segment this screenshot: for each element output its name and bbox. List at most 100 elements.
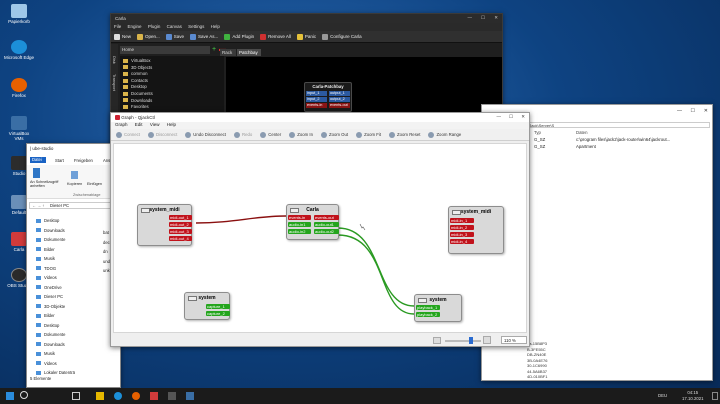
search-icon[interactable] (20, 391, 28, 399)
port-midi-out-4[interactable]: midi-out_4 (169, 236, 192, 241)
remove-all-button[interactable]: Remove All (260, 33, 291, 40)
port-events-in[interactable]: events-in (288, 215, 311, 220)
add-plugin-button[interactable]: Add Plugin (224, 33, 254, 40)
menu-help[interactable]: Help (211, 24, 220, 29)
zoom-in-small-icon[interactable] (483, 336, 491, 344)
file-item[interactable]: dn (103, 247, 110, 257)
midi-connection[interactable] (195, 215, 287, 224)
patch-port-events-out[interactable]: events-out (329, 103, 350, 108)
reg-minimize-button[interactable]: — (677, 108, 682, 114)
tree-item[interactable]: Favorites (123, 104, 153, 111)
zoom-out-button[interactable]: Zoom Out (319, 131, 350, 138)
zoom-out-small-icon[interactable] (433, 337, 441, 344)
port-audio-in2[interactable]: audio-in2 (288, 229, 311, 234)
node-carla[interactable]: Carla events-in events-out audio-in1 aud… (286, 204, 339, 240)
zoom-slider[interactable] (445, 340, 481, 342)
nav-item[interactable]: Desktop (36, 216, 75, 226)
tree-item[interactable]: 3D Objects (123, 65, 153, 72)
desktop-icon-virtualbox[interactable]: VirtualBox VMs (4, 116, 34, 141)
menu-settings[interactable]: Settings (188, 24, 204, 29)
virtualbox-taskbar-icon[interactable] (186, 392, 194, 400)
paste-button[interactable]: Einfügen (87, 182, 102, 186)
port-audio-in1[interactable]: audio-in1 (288, 222, 311, 227)
nav-item[interactable]: Downloads (36, 226, 75, 236)
tree-item[interactable]: Desktop (123, 84, 153, 91)
zoom-slider-handle[interactable] (469, 337, 473, 344)
nav-item[interactable]: Musik (36, 254, 75, 264)
qj-minimize-button[interactable]: — (497, 114, 502, 119)
ribbon-tab-freigeben[interactable]: Freigeben (74, 158, 93, 163)
menu-canvas[interactable]: Canvas (167, 24, 182, 29)
graph-canvas[interactable]: system_midi midi-out_1 midi-out_2 midi-o… (113, 143, 527, 333)
task-view-icon[interactable] (72, 392, 80, 400)
reg-close-button[interactable]: ✕ (704, 108, 708, 114)
registry-key[interactable]: ba-15B8P3 (527, 341, 547, 347)
notification-icon[interactable] (712, 392, 718, 400)
save-as-button[interactable]: Save As... (190, 33, 218, 40)
copy-button[interactable]: Kopieren (67, 182, 82, 186)
nav-item[interactable]: Dokumente (36, 330, 75, 340)
redo-button[interactable]: Redo (232, 131, 254, 138)
clock[interactable]: 04:15 17.10.2021 (682, 390, 704, 401)
menu-graph[interactable]: Graph (115, 122, 128, 127)
qj-close-button[interactable]: ✕ (521, 114, 525, 120)
edge-taskbar-icon[interactable] (114, 392, 122, 400)
port-midi-out-1[interactable]: midi-out_1 (169, 215, 192, 220)
tree-item[interactable]: Downloads (123, 98, 153, 105)
nav-item[interactable]: TDOG (36, 264, 75, 274)
file-item[interactable]: und (103, 257, 110, 267)
side-tab-disk[interactable]: Disk (112, 56, 117, 64)
menu-view[interactable]: View (150, 122, 160, 127)
qj-maximize-button[interactable]: ☐ (509, 114, 513, 120)
registry-key[interactable]: 4D-010BF1 (527, 374, 547, 380)
port-audio-out1[interactable]: audio-out1 (314, 222, 339, 227)
nav-item[interactable]: Videos (36, 273, 75, 283)
port-capture-2[interactable]: capture_2 (206, 311, 230, 316)
pin-quick-access-button[interactable]: An Schnellzugriff anheften (30, 180, 64, 188)
port-audio-out2[interactable]: audio-out2 (314, 229, 339, 234)
qjackctl-taskbar-icon[interactable] (168, 392, 176, 400)
zoom-in-button[interactable]: Zoom In (287, 131, 315, 138)
port-midi-in-4[interactable]: midi-in_4 (450, 239, 474, 244)
desktop-icon-recycle[interactable]: Papierkorb (4, 4, 34, 24)
tree-item[interactable]: common (123, 71, 153, 78)
center-button[interactable]: Center (258, 131, 283, 138)
port-midi-in-3[interactable]: midi-in_3 (450, 232, 474, 237)
node-system-playback[interactable]: system playback_1 playback_2 (414, 294, 462, 322)
registry-col-data[interactable]: Daten (576, 130, 587, 135)
ribbon-tab-start[interactable]: Start (55, 158, 64, 163)
port-midi-out-3[interactable]: midi-out_3 (169, 229, 192, 234)
menu-help[interactable]: Help (167, 122, 176, 127)
connect-button[interactable]: Connect (114, 131, 142, 138)
zoom-reset-button[interactable]: Zoom Reset (387, 131, 422, 138)
menu-file[interactable]: File (114, 24, 121, 29)
firefox-taskbar-icon[interactable] (132, 392, 140, 400)
nav-item[interactable]: Downloads (36, 340, 75, 350)
file-item[interactable]: unk (103, 266, 110, 276)
zoom-level-input[interactable]: 110 % (501, 336, 527, 344)
menu-engine[interactable]: Engine (128, 24, 142, 29)
nav-item[interactable]: Bilder (36, 245, 75, 255)
port-playback-2[interactable]: playback_2 (416, 312, 440, 317)
tree-item[interactable]: Documents (123, 91, 153, 98)
desktop-icon-firefox[interactable]: Firefox (4, 78, 34, 98)
registry-key[interactable]: DB-ZN40E (527, 352, 547, 358)
port-capture-1[interactable]: capture_1 (206, 304, 230, 309)
patch-port-output2[interactable]: output_2 (329, 97, 350, 102)
keyboard-language[interactable]: DEU (658, 393, 667, 398)
patch-port-input2[interactable]: input_2 (306, 97, 327, 102)
add-folder-button[interactable]: + (212, 46, 216, 53)
nav-item[interactable]: Musik (36, 349, 75, 359)
file-item[interactable]: bat (103, 228, 110, 238)
node-system-midi-out[interactable]: system_midi midi-out_1 midi-out_2 midi-o… (137, 204, 192, 246)
nav-item[interactable]: Bilder (36, 311, 75, 321)
maximize-button[interactable]: ☐ (481, 15, 485, 21)
tab-rack[interactable]: Rack (220, 49, 236, 56)
nav-item[interactable]: OneDrive (36, 283, 75, 293)
tab-patchbay[interactable]: Patchbay (237, 49, 261, 56)
nav-item[interactable]: 3D-Objekte (36, 302, 75, 312)
start-icon[interactable] (6, 392, 14, 400)
minimize-button[interactable]: — (468, 15, 473, 20)
undo-disconnect-button[interactable]: Undo Disconnect (183, 131, 228, 138)
open-button[interactable]: Open... (137, 33, 160, 40)
